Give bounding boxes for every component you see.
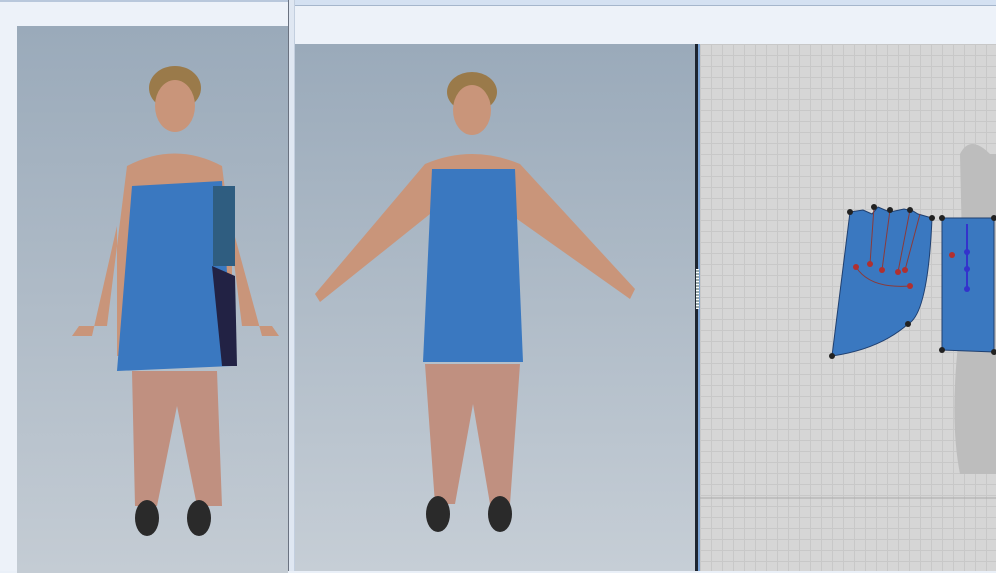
pattern-piece-front xyxy=(831,206,933,357)
3d-viewport[interactable] xyxy=(295,44,695,571)
left-panel xyxy=(0,0,288,573)
pattern-pieces xyxy=(700,144,996,499)
panel-splitter[interactable] xyxy=(288,0,295,571)
avatar-with-dress-3d xyxy=(315,72,635,532)
simulation-viewport-left[interactable] xyxy=(17,26,288,573)
avatar-with-dress-left xyxy=(72,66,279,536)
2d-pattern-viewport[interactable] xyxy=(700,44,996,571)
divider-grip[interactable] xyxy=(696,269,699,309)
toolbar-area xyxy=(295,6,996,44)
